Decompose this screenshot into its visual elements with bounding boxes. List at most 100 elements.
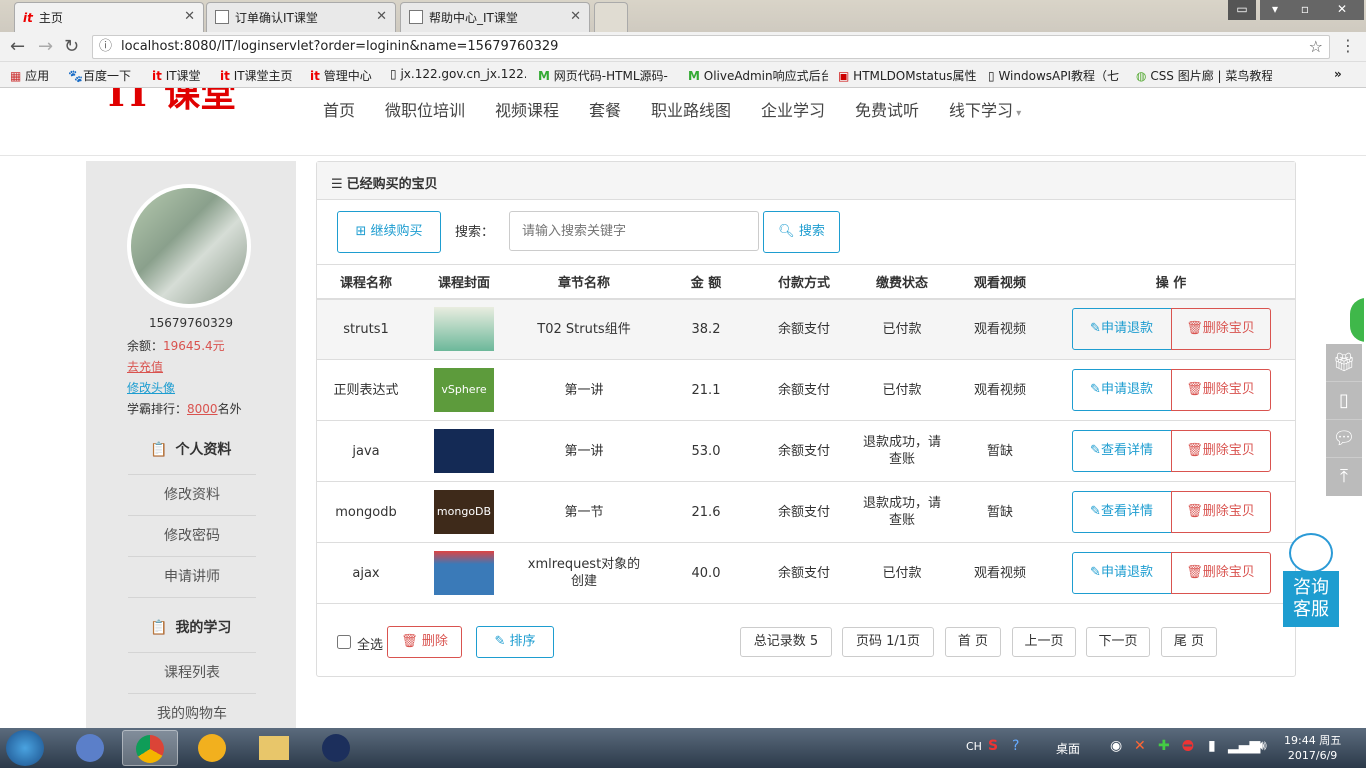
refund-button[interactable]: ✎申请退款 (1071, 308, 1172, 351)
back-icon[interactable]: ← (10, 36, 25, 57)
course-cover-image[interactable] (434, 429, 494, 473)
change-avatar-link[interactable]: 修改头像 (127, 379, 175, 396)
view-details-button[interactable]: ✎查看详情 (1071, 491, 1172, 533)
sort-button[interactable]: ✎ 排序 (476, 626, 554, 658)
course-cover-image[interactable] (434, 551, 494, 595)
input-language[interactable]: CH (966, 740, 982, 753)
no-entry-icon[interactable]: ⛔︎ (1182, 738, 1194, 754)
tab-close-icon[interactable]: ✕ (184, 9, 195, 24)
nav-video-courses[interactable]: 视频课程 (495, 97, 559, 121)
bookmark-oliveadmin[interactable]: M OliveAdmin响应式后台 (688, 67, 828, 84)
nav-enterprise[interactable]: 企业学习 (761, 97, 825, 121)
bookmark-it-home[interactable]: it IT课堂主页 (220, 67, 293, 84)
baidu-taskbar-icon[interactable] (184, 730, 240, 766)
tab-order-confirm[interactable]: 订单确认IT课堂 ✕ (206, 2, 396, 32)
mobile-icon[interactable]: ▯ (1326, 382, 1362, 420)
bookmark-admin[interactable]: it 管理中心 (310, 67, 372, 84)
chrome-taskbar-icon[interactable] (122, 730, 178, 766)
recharge-link[interactable]: 去充值 (127, 358, 163, 375)
bookmark-css-gallery[interactable]: ◍ CSS 图片廊 | 菜鸟教程 (1136, 67, 1272, 84)
nav-career-path[interactable]: 职业路线图 (651, 97, 731, 121)
menu-icon[interactable]: ⋮ (1340, 36, 1356, 55)
delete-item-button[interactable]: 🗑︎删除宝贝 (1170, 430, 1271, 472)
volume-icon[interactable]: 🔊︎ (1258, 738, 1267, 754)
watch-video-link[interactable]: 观看视频 (953, 298, 1047, 360)
bookmark-baidu[interactable]: 🐾百度一下 (68, 67, 131, 84)
eclipse-taskbar-icon[interactable] (62, 730, 118, 766)
delete-item-button[interactable]: 🗑︎删除宝贝 (1170, 552, 1271, 594)
speed-badge[interactable] (1348, 296, 1366, 344)
refund-button[interactable]: ✎申请退款 (1071, 369, 1172, 411)
desktop-toolbar[interactable]: 桌面 (1056, 740, 1080, 757)
sogou-icon[interactable]: S (988, 738, 998, 754)
course-cover-image[interactable]: mongoDB (434, 490, 494, 534)
tab-close-icon[interactable]: ✕ (570, 9, 581, 24)
start-button[interactable] (6, 730, 44, 766)
bookmark-htmldom[interactable]: ▣ HTMLDOMstatus属性 (838, 67, 976, 84)
sidebar-item-apply-lecturer[interactable]: 申请讲师 (128, 557, 256, 598)
view-details-button[interactable]: ✎查看详情 (1071, 430, 1172, 472)
tab-help-center[interactable]: 帮助中心_IT课堂 ✕ (400, 2, 590, 32)
delete-item-button[interactable]: 🗑︎删除宝贝 (1170, 369, 1271, 411)
course-cover-image[interactable]: vSphere (434, 368, 494, 412)
bookmark-windowsapi[interactable]: ▯ WindowsAPI教程（七 (988, 67, 1120, 84)
tray-plus-icon[interactable]: ✚ (1158, 738, 1170, 754)
next-page-button[interactable]: 下一页 (1086, 627, 1150, 657)
sidebar-item-cart[interactable]: 我的购物车 (128, 694, 256, 728)
watch-video-link[interactable]: 观看视频 (953, 359, 1047, 421)
explorer-taskbar-icon[interactable] (246, 730, 302, 766)
help-icon[interactable]: ? (1012, 738, 1019, 754)
nav-micro-job[interactable]: 微职位培训 (385, 97, 465, 121)
bookmark-html-code[interactable]: M 网页代码-HTML源码- (538, 67, 676, 84)
prev-page-button[interactable]: 上一页 (1012, 627, 1076, 657)
reload-icon[interactable]: ↻ (64, 36, 79, 57)
minimize-icon[interactable]: ▾ (1260, 0, 1290, 20)
course-cover-image[interactable] (434, 307, 494, 352)
site-logo[interactable]: IT 课堂 (108, 88, 236, 115)
app-taskbar-icon[interactable] (308, 730, 364, 766)
tray-app-icon[interactable]: ✕ (1134, 738, 1146, 754)
delete-item-button[interactable]: 🗑︎删除宝贝 (1170, 308, 1271, 351)
avatar[interactable] (127, 184, 251, 308)
select-all-checkbox[interactable] (337, 635, 351, 649)
select-all-label[interactable]: 全选 (357, 634, 383, 653)
last-page-button[interactable]: 尾 页 (1161, 627, 1217, 657)
delete-item-button[interactable]: 🗑︎删除宝贝 (1170, 491, 1271, 533)
customer-service-widget[interactable]: 咨询 客服 (1283, 533, 1339, 629)
close-window-icon[interactable]: ✕ (1320, 0, 1364, 20)
search-input[interactable] (509, 211, 759, 251)
nav-packages[interactable]: 套餐 (589, 97, 621, 121)
gift-icon[interactable]: 🎁︎ (1326, 344, 1362, 382)
first-page-button[interactable]: 首 页 (945, 627, 1001, 657)
sidebar-item-course-list[interactable]: 课程列表 (128, 653, 256, 694)
bookmark-it[interactable]: it IT课堂 (152, 67, 201, 84)
maximize-icon[interactable]: ▫ (1290, 0, 1320, 20)
battery-icon[interactable]: ▮ (1208, 738, 1216, 754)
bookmark-apps[interactable]: ▦ 应用 (10, 67, 49, 84)
search-button[interactable]: 🔍︎ 搜索 (763, 211, 840, 253)
bookmark-jx122[interactable]: ▯ jx.122.gov.cn_jx.122.go (390, 67, 526, 81)
rank-value[interactable]: 8000 (187, 402, 218, 416)
watch-video-link[interactable]: 观看视频 (953, 542, 1047, 604)
continue-buy-button[interactable]: ⊞ 继续购买 (337, 211, 441, 253)
nav-offline[interactable]: 线下学习 ▾ (949, 97, 1021, 121)
new-tab-button[interactable] (594, 2, 628, 32)
tab-close-icon[interactable]: ✕ (376, 9, 387, 24)
forward-icon[interactable]: → (38, 36, 53, 57)
tab-home[interactable]: it 主页 ✕ (14, 2, 204, 32)
back-to-top-icon[interactable]: ⤒ (1326, 458, 1362, 496)
bookmark-star-icon[interactable]: ☆ (1309, 36, 1323, 58)
sidebar-item-change-password[interactable]: 修改密码 (128, 516, 256, 557)
more-bookmarks-icon[interactable]: » (1334, 67, 1342, 81)
bulk-delete-button[interactable]: 🗑︎ 删除 (387, 626, 462, 658)
user-icon[interactable]: ▭ (1228, 0, 1256, 20)
signal-icon[interactable]: ▂▄▆ (1228, 738, 1260, 754)
refund-button[interactable]: ✎申请退款 (1071, 552, 1172, 594)
qq-icon[interactable]: ◉ (1110, 738, 1122, 754)
nav-free-trial[interactable]: 免费试听 (855, 97, 919, 121)
nav-home[interactable]: 首页 (323, 97, 355, 121)
url-input[interactable]: ⓘ localhost:8080/IT/loginservlet?order=l… (92, 35, 1330, 59)
chat-icon[interactable]: 💬︎ (1326, 420, 1362, 458)
sidebar-item-edit-profile[interactable]: 修改资料 (128, 475, 256, 516)
clock[interactable]: 19:44 周五 2017/6/9 (1284, 733, 1341, 763)
